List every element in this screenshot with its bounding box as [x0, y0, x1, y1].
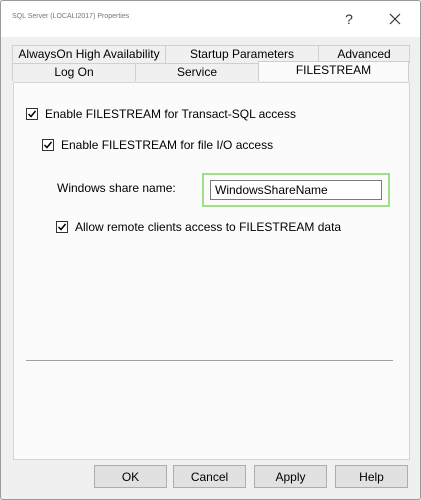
checkmark-icon [27, 110, 37, 118]
checkmark-icon [43, 141, 53, 149]
tab-alwayson-high-availability[interactable]: AlwaysOn High Availability [12, 45, 166, 63]
tab-row-front: Log On Service FILESTREAM [12, 61, 409, 81]
allow-remote-label: Allow remote clients access to FILESTREA… [75, 220, 342, 234]
cancel-button[interactable]: Cancel [173, 465, 246, 488]
allow-remote-row[interactable]: Allow remote clients access to FILESTREA… [56, 220, 341, 234]
enable-tsql-checkbox[interactable] [26, 108, 38, 120]
properties-dialog: SQL Server (LOCALI2017) Properties ? Alw… [0, 0, 421, 500]
apply-button[interactable]: Apply [254, 465, 327, 488]
close-button[interactable] [379, 5, 411, 33]
enable-file-io-row[interactable]: Enable FILESTREAM for file I/O access [42, 138, 273, 152]
allow-remote-checkbox[interactable] [56, 221, 68, 233]
help-title-button[interactable]: ? [333, 5, 365, 33]
close-icon [389, 13, 401, 25]
help-button[interactable]: Help [335, 465, 408, 488]
ok-button[interactable]: OK [94, 465, 167, 488]
enable-file-io-label: Enable FILESTREAM for file I/O access [61, 138, 274, 152]
window-title: SQL Server (LOCALI2017) Properties [12, 13, 130, 20]
tab-log-on[interactable]: Log On [12, 63, 136, 81]
enable-tsql-row[interactable]: Enable FILESTREAM for Transact-SQL acces… [26, 107, 296, 121]
share-name-highlight [202, 173, 390, 207]
title-bar: SQL Server (LOCALI2017) Properties ? [1, 1, 420, 37]
help-icon: ? [345, 11, 353, 27]
enable-file-io-checkbox[interactable] [42, 139, 54, 151]
tab-filestream[interactable]: FILESTREAM [258, 61, 409, 81]
windows-share-name-input[interactable] [210, 180, 382, 200]
windows-share-name-label: Windows share name: [57, 181, 176, 195]
tab-service[interactable]: Service [135, 63, 259, 81]
separator-line [26, 360, 393, 362]
checkmark-icon [57, 223, 67, 231]
enable-tsql-label: Enable FILESTREAM for Transact-SQL acces… [45, 107, 296, 121]
